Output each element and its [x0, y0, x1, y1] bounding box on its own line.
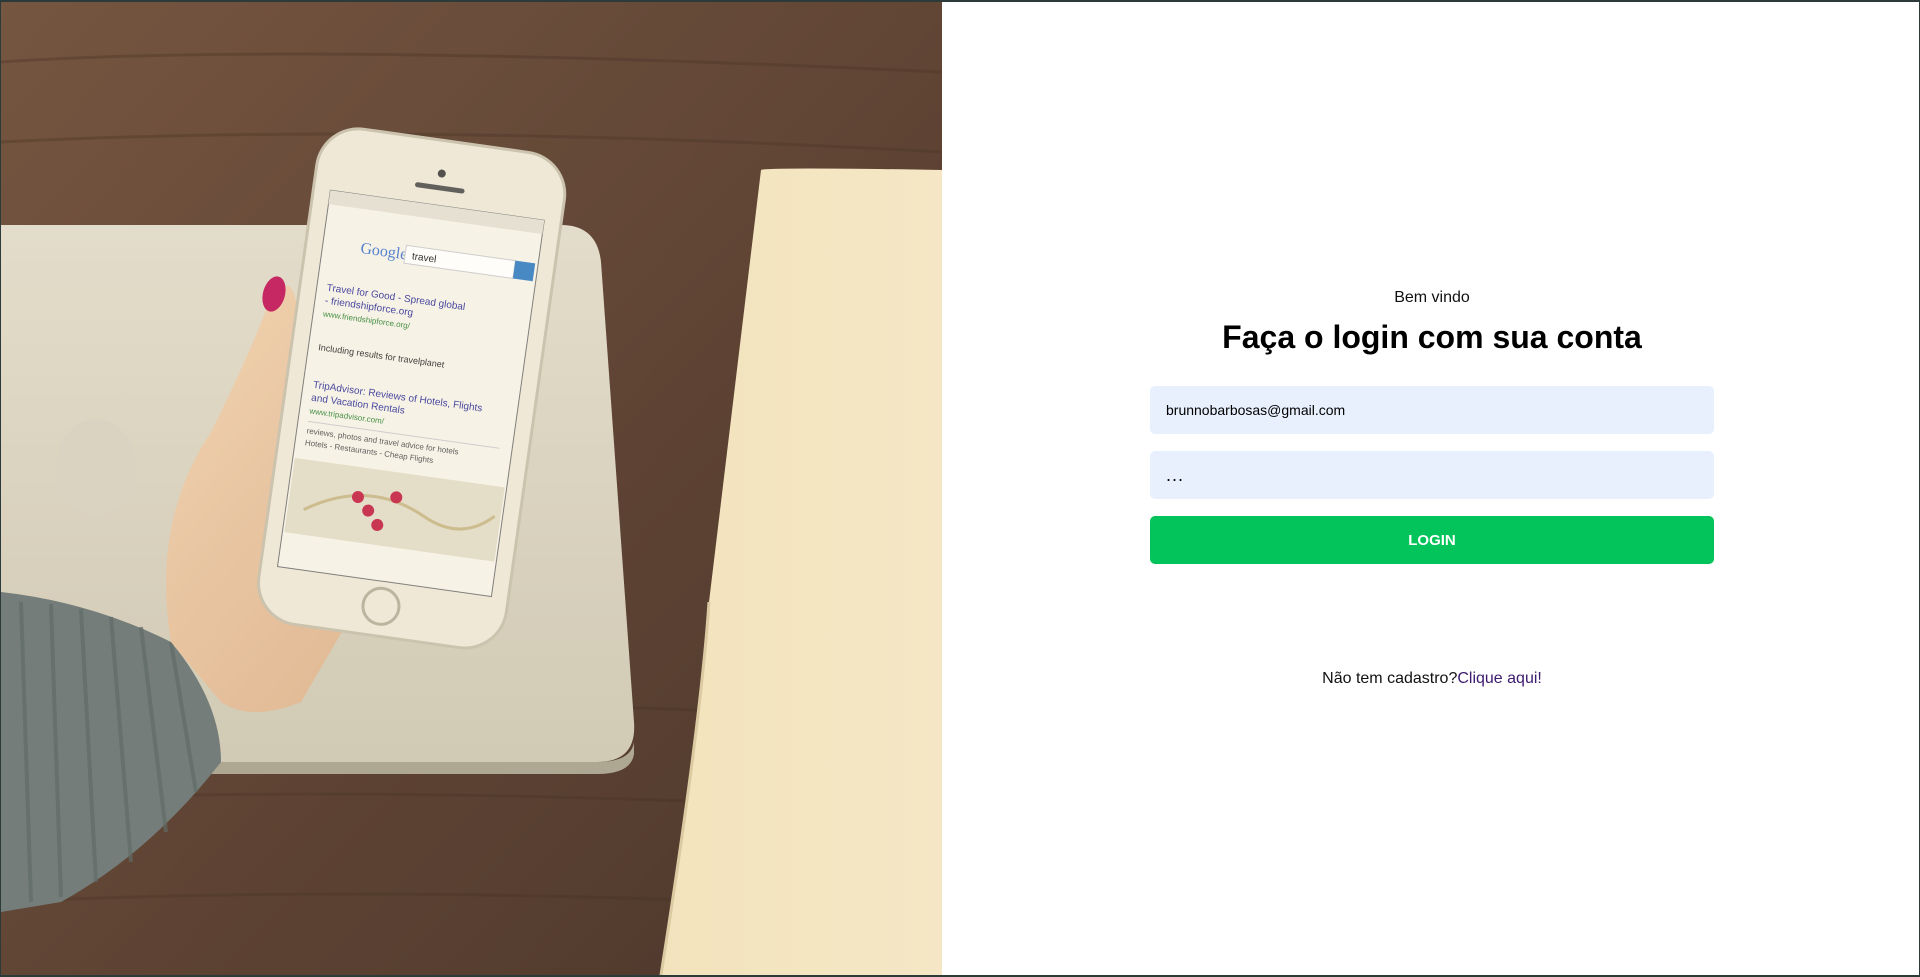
signup-prompt: Não tem cadastro?Clique aqui! — [1150, 670, 1714, 688]
login-page: Google travel Travel for Good - Spread g… — [1, 2, 1919, 975]
hero-image: Google travel Travel for Good - Spread g… — [1, 2, 942, 975]
login-button[interactable]: LOGIN — [1150, 516, 1714, 564]
login-panel: Bem vindo Faça o login com sua conta LOG… — [942, 2, 1919, 975]
hero-photo: Google travel Travel for Good - Spread g… — [1, 2, 942, 975]
login-form: Bem vindo Faça o login com sua conta LOG… — [1150, 286, 1714, 564]
password-field[interactable] — [1150, 451, 1714, 499]
page-title: Faça o login com sua conta — [1222, 319, 1642, 355]
email-field[interactable] — [1150, 386, 1714, 434]
welcome-text: Bem vindo — [1394, 289, 1470, 306]
signup-link[interactable]: Clique aqui! — [1457, 670, 1542, 687]
signup-prompt-text: Não tem cadastro? — [1322, 670, 1458, 687]
